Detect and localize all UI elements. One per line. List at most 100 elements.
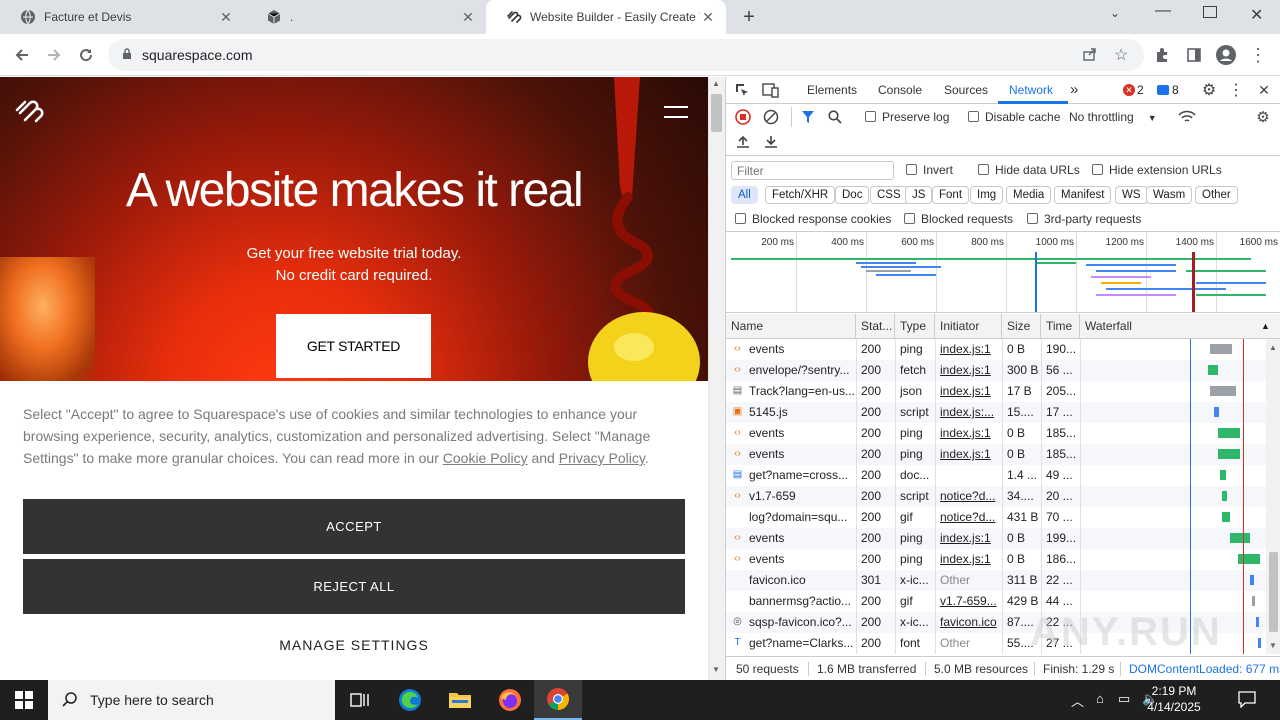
minimize-icon[interactable]: —: [1155, 2, 1175, 22]
tab-console[interactable]: Console: [878, 77, 922, 103]
hamburger-menu-icon[interactable]: [664, 105, 688, 122]
request-initiator[interactable]: index.js:...: [935, 402, 1002, 423]
menu-kebab-icon[interactable]: ⋮: [1244, 41, 1272, 69]
scroll-down-icon[interactable]: ▼: [712, 665, 720, 674]
table-row[interactable]: ‹› events 200 ping index.js:1 0 B 190...: [726, 339, 1266, 360]
filter-wasm[interactable]: Wasm: [1146, 186, 1193, 204]
filter-all[interactable]: All: [731, 186, 758, 204]
sort-up-icon[interactable]: ▲: [1261, 321, 1270, 331]
request-initiator[interactable]: index.js:1: [935, 549, 1002, 570]
chrome-icon[interactable]: [534, 680, 582, 720]
tab-search-icon[interactable]: ⌄: [1110, 6, 1130, 26]
preserve-log-checkbox[interactable]: Preserve log: [865, 110, 949, 124]
tab-dot[interactable]: . ✕: [246, 0, 486, 34]
table-row[interactable]: ‹› events 200 ping index.js:1 0 B 185...: [726, 423, 1266, 444]
tab-squarespace[interactable]: Website Builder - Easily Create Y ✕: [486, 0, 726, 34]
table-row[interactable]: ‹› events 200 ping index.js:1 0 B 199...: [726, 528, 1266, 549]
filter-funnel-icon[interactable]: [800, 109, 816, 125]
filter-js[interactable]: JS: [905, 186, 933, 204]
show-hidden-icons[interactable]: ︿: [1071, 691, 1084, 710]
record-stop-icon[interactable]: [735, 109, 751, 125]
table-row[interactable]: ‹› v1.7-659 200 script notice?d... 34.... 20 .…: [726, 486, 1266, 507]
request-name[interactable]: events: [744, 444, 856, 465]
tab-network[interactable]: Network: [1009, 77, 1053, 103]
edge-icon[interactable]: [386, 680, 434, 720]
col-size[interactable]: Size: [1002, 314, 1041, 339]
request-name[interactable]: log?domain=squ...: [744, 507, 856, 528]
request-initiator[interactable]: v1.7-659...: [935, 591, 1002, 612]
network-settings-gear-icon[interactable]: ⚙: [1254, 109, 1272, 126]
message-icon[interactable]: [1157, 85, 1169, 95]
reject-all-button[interactable]: REJECT ALL: [23, 559, 685, 614]
col-waterfall[interactable]: Waterfall: [1080, 314, 1280, 339]
windows-start-icon[interactable]: [0, 680, 48, 720]
request-list-scrollbar[interactable]: ▲ ▼: [1266, 339, 1280, 654]
taskbar-search[interactable]: Type here to search: [48, 680, 335, 720]
filter-input[interactable]: [731, 161, 894, 180]
blocked-cookies-checkbox[interactable]: Blocked response cookies: [735, 212, 891, 226]
firefox-icon[interactable]: [486, 680, 534, 720]
col-type[interactable]: Type: [895, 314, 935, 339]
table-row[interactable]: ▣ 5145.js 200 script index.js:... 15.... 17 ..…: [726, 402, 1266, 423]
filter-fetch-xhr[interactable]: Fetch/XHR: [765, 186, 836, 204]
request-name[interactable]: bannermsg?actio...: [744, 591, 856, 612]
request-name[interactable]: 5145.js: [744, 402, 856, 423]
system-clock[interactable]: 2:19 PM 4/14/2025: [1140, 683, 1208, 715]
request-name[interactable]: events: [744, 549, 856, 570]
request-name[interactable]: get?name=cross...: [744, 465, 856, 486]
request-initiator[interactable]: notice?d...: [935, 486, 1002, 507]
table-row[interactable]: favicon.ico 301 x-ic... Other 311 B 22 ...: [726, 570, 1266, 591]
message-count[interactable]: 8: [1172, 83, 1179, 97]
inspect-element-icon[interactable]: [734, 82, 750, 98]
filter-media[interactable]: Media: [1006, 186, 1052, 204]
filter-css[interactable]: CSS: [870, 186, 908, 204]
error-count[interactable]: 2: [1137, 83, 1144, 97]
new-tab-icon[interactable]: +: [738, 6, 760, 28]
more-tabs-icon[interactable]: »: [1070, 77, 1078, 103]
error-icon[interactable]: ✕: [1123, 84, 1135, 96]
close-tab-icon[interactable]: ✕: [218, 9, 234, 25]
ethernet-icon[interactable]: ▭: [1118, 691, 1130, 707]
tab-elements[interactable]: Elements: [807, 77, 857, 103]
request-initiator[interactable]: index.js:1: [935, 381, 1002, 402]
export-har-icon[interactable]: [763, 134, 779, 150]
disable-cache-checkbox[interactable]: Disable cache: [968, 110, 1060, 124]
request-initiator[interactable]: index.js:1: [935, 339, 1002, 360]
request-initiator[interactable]: index.js:1: [935, 423, 1002, 444]
tab-sources[interactable]: Sources: [944, 77, 988, 103]
squarespace-logo-icon[interactable]: [14, 97, 46, 128]
timeline-overview[interactable]: 200 ms 400 ms 600 ms 800 ms 1000 ms 1200…: [726, 231, 1280, 313]
request-name[interactable]: get?name=Clarks...: [744, 633, 856, 654]
notification-icon[interactable]: [1238, 690, 1256, 711]
bookmark-star-icon[interactable]: ☆: [1114, 45, 1128, 65]
table-row[interactable]: ▤ get?name=cross... 200 doc... 1.4 ... 49 ...: [726, 465, 1266, 486]
request-initiator[interactable]: index.js:1: [935, 528, 1002, 549]
network-tray-icon[interactable]: ⌂: [1096, 691, 1104, 706]
get-started-button[interactable]: GET STARTED: [276, 314, 431, 378]
filter-ws[interactable]: WS: [1115, 186, 1148, 204]
clear-icon[interactable]: [763, 109, 779, 125]
request-name[interactable]: favicon.ico: [744, 570, 856, 591]
request-name[interactable]: events: [744, 528, 856, 549]
import-har-icon[interactable]: [735, 134, 751, 150]
hide-extension-urls-checkbox[interactable]: Hide extension URLs: [1092, 163, 1222, 177]
request-initiator[interactable]: notice?d...: [935, 507, 1002, 528]
tab-facture[interactable]: Facture et Devis ✕: [0, 0, 244, 34]
request-initiator[interactable]: index.js:1: [935, 444, 1002, 465]
device-toolbar-icon[interactable]: [762, 82, 780, 98]
address-bar[interactable]: squarespace.com ☆: [108, 39, 1144, 71]
manage-settings-button[interactable]: MANAGE SETTINGS: [23, 631, 685, 659]
request-initiator[interactable]: index.js:1: [935, 360, 1002, 381]
settings-gear-icon[interactable]: ⚙: [1200, 81, 1218, 99]
col-initiator[interactable]: Initiator: [935, 314, 1002, 339]
share-icon[interactable]: [1082, 46, 1098, 65]
scroll-down-icon[interactable]: ▼: [1269, 641, 1277, 650]
request-initiator[interactable]: favicon.ico: [935, 612, 1002, 633]
reload-icon[interactable]: [72, 41, 100, 69]
page-scrollbar[interactable]: ▲ ▼: [708, 77, 725, 680]
accept-button[interactable]: ACCEPT: [23, 499, 685, 554]
request-name[interactable]: v1.7-659: [744, 486, 856, 507]
close-tab-icon[interactable]: ✕: [700, 9, 716, 25]
request-name[interactable]: Track?lang=en-us...: [744, 381, 856, 402]
restore-icon[interactable]: [1203, 6, 1217, 18]
